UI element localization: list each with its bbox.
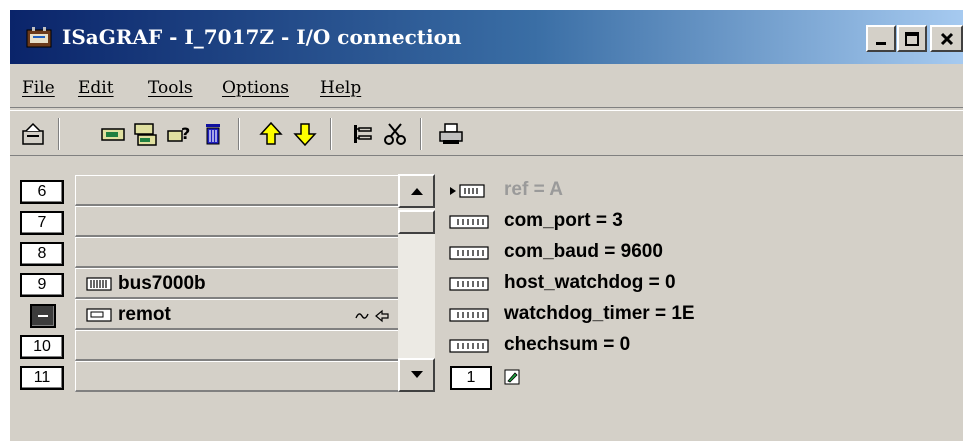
window-title: ISaGRAF - I_7017Z - I/O connection: [62, 25, 462, 49]
slot-number[interactable]: [30, 304, 56, 328]
param-row[interactable]: com_port = 3: [446, 206, 946, 237]
param-icon: [449, 215, 489, 229]
param-text: watchdog_timer = 1E: [504, 303, 695, 324]
slot-number[interactable]: 8: [20, 242, 64, 266]
close-button[interactable]: [930, 25, 963, 52]
arrow-down-icon[interactable]: [292, 121, 318, 147]
io-content-area: 6 7 8 9 bus7000b remot 10 11 ref = A com…: [10, 160, 963, 441]
slot-scrollbar[interactable]: [398, 174, 435, 392]
toolbar-separator: [238, 118, 240, 150]
pencil-icon[interactable]: [504, 369, 520, 385]
arrow-up-icon[interactable]: [258, 121, 284, 147]
param-row[interactable]: chechsum = 0: [446, 330, 946, 361]
io-connection-window: ISaGRAF - I_7017Z - I/O connection File …: [8, 8, 963, 441]
slot-field[interactable]: [75, 175, 400, 206]
slot-label: bus7000b: [118, 273, 206, 294]
slot-row-selected[interactable]: remot: [18, 299, 400, 330]
maximize-button[interactable]: [897, 25, 927, 52]
board-info-icon[interactable]: [132, 121, 158, 147]
param-row[interactable]: watchdog_timer = 1E: [446, 299, 946, 330]
trash-icon[interactable]: [200, 121, 226, 147]
maximize-icon: [905, 31, 919, 46]
minimize-button[interactable]: [866, 25, 896, 52]
param-icon: [449, 277, 489, 291]
slot-field[interactable]: bus7000b: [75, 268, 400, 299]
menu-bar: File Edit Tools Options Help: [10, 68, 963, 108]
menu-help[interactable]: Help: [320, 78, 361, 98]
svg-text:?: ?: [181, 124, 190, 143]
slot-row[interactable]: 8: [18, 237, 400, 268]
slot-number[interactable]: 9: [20, 273, 64, 297]
scroll-down-button[interactable]: [398, 358, 435, 392]
selected-marker-icon: [38, 315, 48, 317]
slot-field[interactable]: remot: [75, 299, 400, 330]
scroll-up-button[interactable]: [398, 174, 435, 208]
slot-number[interactable]: 11: [20, 366, 64, 390]
slot-number[interactable]: 10: [20, 335, 64, 359]
connection-status-icon: [355, 309, 389, 323]
param-icon: [449, 339, 489, 353]
menu-file[interactable]: File: [22, 78, 55, 98]
slot-number[interactable]: 7: [20, 211, 64, 235]
scroll-thumb[interactable]: [398, 210, 435, 234]
menu-tools[interactable]: Tools: [148, 78, 193, 98]
param-text: com_port = 3: [504, 210, 623, 231]
param-row[interactable]: host_watchdog = 0: [446, 268, 946, 299]
toolbar-separator: [58, 118, 60, 150]
slot-field[interactable]: [75, 330, 400, 361]
board-icon[interactable]: [100, 121, 126, 147]
slot-row[interactable]: 11: [18, 361, 400, 392]
slot-field[interactable]: [75, 237, 400, 268]
param-text: host_watchdog = 0: [504, 272, 676, 293]
ref-icon: [450, 184, 485, 198]
slot-row[interactable]: 10: [18, 330, 400, 361]
title-bar[interactable]: ISaGRAF - I_7017Z - I/O connection: [10, 10, 963, 64]
menu-edit[interactable]: Edit: [78, 78, 114, 98]
channel-number[interactable]: 1: [450, 366, 492, 390]
param-row[interactable]: ref = A: [446, 175, 946, 206]
param-text: chechsum = 0: [504, 334, 631, 355]
toolbar-separator: [330, 118, 332, 150]
connect-icon[interactable]: [350, 121, 376, 147]
slot-row[interactable]: 6: [18, 175, 400, 206]
board-params-icon[interactable]: ?: [166, 121, 192, 147]
open-icon[interactable]: [20, 121, 46, 147]
slot-label: remot: [118, 304, 171, 325]
param-text: ref = A: [504, 179, 563, 200]
isagraf-app-icon[interactable]: [26, 25, 52, 49]
scroll-down-arrow-icon: [410, 371, 423, 378]
param-row[interactable]: com_baud = 9600: [446, 237, 946, 268]
close-icon: [940, 32, 953, 45]
slot-row[interactable]: 9 bus7000b: [18, 268, 400, 299]
slot-field[interactable]: [75, 361, 400, 392]
scroll-up-arrow-icon: [410, 188, 423, 195]
slot-row[interactable]: 7: [18, 206, 400, 237]
cut-icon[interactable]: [382, 121, 408, 147]
toolbar: ?: [10, 110, 963, 156]
menu-options[interactable]: Options: [222, 78, 289, 98]
slot-field[interactable]: [75, 206, 400, 237]
param-icon: [449, 246, 489, 260]
print-icon[interactable]: [438, 121, 464, 147]
param-text: com_baud = 9600: [504, 241, 663, 262]
slot-number[interactable]: 6: [20, 180, 64, 204]
board-icon: [86, 308, 112, 322]
minimize-icon: [876, 41, 886, 45]
channel-row[interactable]: 1: [446, 361, 946, 392]
equipment-icon: [86, 277, 112, 291]
toolbar-separator: [420, 118, 422, 150]
param-icon: [449, 308, 489, 322]
